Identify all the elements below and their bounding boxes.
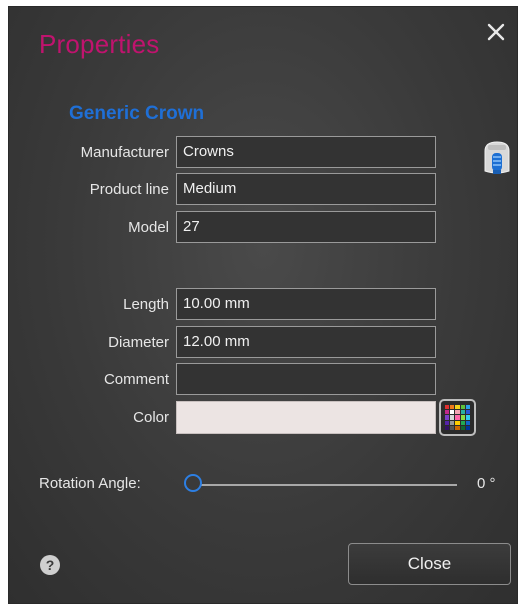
model-label: Model [128,219,169,236]
product-line-label: Product line [89,181,169,198]
dialog-title: Properties [39,29,160,59]
rotation-slider-track[interactable] [187,484,457,486]
diameter-field[interactable]: 12.00 mm [176,326,436,358]
manufacturer-label: Manufacturer [80,144,169,161]
length-field[interactable]: 10.00 mm [176,288,436,320]
comment-field[interactable] [176,363,436,395]
close-button[interactable]: Close [348,543,511,585]
comment-label: Comment [103,371,169,388]
diameter-label: Diameter [108,334,169,351]
crown-icon [484,141,510,174]
rotation-slider-thumb[interactable] [184,474,202,492]
model-field[interactable]: 27 [176,211,436,243]
color-palette-icon [445,405,470,430]
close-icon[interactable] [485,21,507,43]
product-line-field[interactable]: Medium [176,173,436,205]
color-palette-button[interactable] [439,399,476,436]
properties-dialog: Properties Generic Crown Manufacturer Cr… [8,6,518,604]
manufacturer-field[interactable]: Crowns [176,136,436,168]
length-label: Length [123,296,169,313]
rotation-angle-label: Rotation Angle: [39,475,141,492]
color-label: Color [133,409,169,426]
rotation-angle-value: 0 ° [477,475,496,492]
color-swatch[interactable] [176,401,436,434]
help-icon[interactable]: ? [40,555,60,575]
implant-type-heading: Generic Crown [69,103,205,124]
